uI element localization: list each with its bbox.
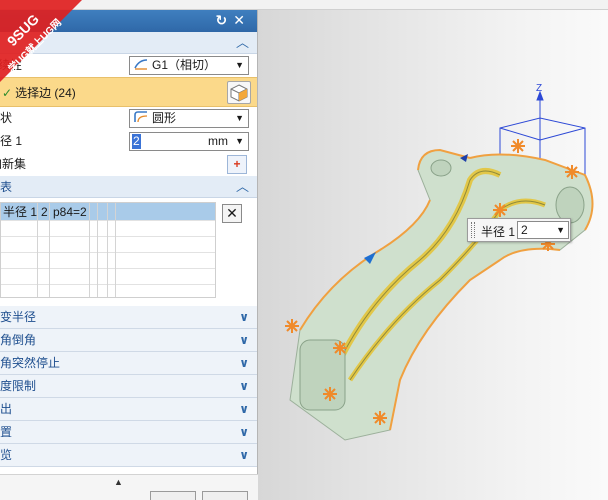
circular-shape-icon xyxy=(134,111,148,123)
table-row[interactable]: 半径 1 2 p84=2 xyxy=(1,203,215,221)
radius-list-table: 半径 1 2 p84=2 xyxy=(0,202,216,298)
table-row[interactable] xyxy=(1,253,215,269)
edge-blend-dialog: ↻✕ ︿ 连续性 G1（相切） ▼ ✓选择边 (24) 形状 xyxy=(0,10,258,500)
site-watermark-logo: 9SUG 学UG就上UG网 xyxy=(0,0,82,82)
tangent-icon xyxy=(134,58,148,70)
chevron-up-icon: ︿ xyxy=(235,179,249,194)
chevron-down-icon: ∨ xyxy=(239,333,249,347)
popup-radius-value: 2 xyxy=(521,223,528,237)
list-section-header[interactable]: 列表 ︿ xyxy=(0,176,257,198)
z-axis-label: Z xyxy=(536,83,542,94)
collapsed-section[interactable]: 拐角倒角 ∨ xyxy=(0,329,257,352)
chevron-down-icon: ▼ xyxy=(235,60,244,70)
list-row-value: 2 xyxy=(41,205,48,219)
dialog-window-controls[interactable]: ↻✕ xyxy=(216,12,251,29)
delete-button[interactable]: ✕ xyxy=(222,204,242,223)
collapsed-section-label: 预览 xyxy=(0,448,13,462)
collapsed-section-label: 拐角突然停止 xyxy=(0,356,61,370)
table-col-divider xyxy=(37,203,38,297)
chevron-down-icon: ∨ xyxy=(239,379,249,393)
ok-button[interactable] xyxy=(150,491,196,500)
table-col-divider xyxy=(115,203,116,297)
list-row-name: 半径 1 xyxy=(3,205,38,219)
add-new-set-button[interactable]: + xyxy=(227,155,247,174)
check-icon: ✓ xyxy=(2,86,13,100)
chevron-down-icon: ▼ xyxy=(235,136,244,146)
collapsed-sections: 可变半径 ∨ 拐角倒角 ∨ 拐角突然停止 ∨ 长度限制 ∨ 溢出 ∨ 设置 ∨ 预览 ∨ xyxy=(0,306,257,467)
continuity-dropdown[interactable]: G1（相切） ▼ xyxy=(129,56,249,75)
list-row-expr: p84=2 xyxy=(53,205,87,219)
table-col-divider xyxy=(89,203,90,297)
close-icon: ✕ xyxy=(226,205,238,221)
select-edge-cube-button[interactable] xyxy=(227,81,251,104)
drag-handle[interactable] xyxy=(471,222,475,238)
add-new-set-label: 添加新集 xyxy=(0,157,27,171)
chevron-up-icon: ︿ xyxy=(235,35,249,50)
radius-list: 半径 1 2 p84=2 ✕ xyxy=(0,198,257,306)
chevron-down-icon: ∨ xyxy=(239,402,249,416)
chevron-down-icon: ▼ xyxy=(235,113,244,123)
table-col-divider xyxy=(97,203,98,297)
collapsed-section-label: 设置 xyxy=(0,425,13,439)
add-new-set-row: 添加新集 + xyxy=(0,153,257,176)
collapsed-section[interactable]: 预览 ∨ xyxy=(0,444,257,467)
continuity-value: G1（相切） xyxy=(152,58,217,72)
chevron-down-icon: ▼ xyxy=(556,225,565,235)
collapsed-section-label: 拐角倒角 xyxy=(0,333,37,347)
top-toolbar xyxy=(0,0,608,10)
radius-onscreen-input: 半径 1 2 ▼ xyxy=(467,218,571,242)
popup-radius-dropdown[interactable]: 2 ▼ xyxy=(517,221,569,239)
collapsed-section[interactable]: 溢出 ∨ xyxy=(0,398,257,421)
popup-radius-label: 半径 1 xyxy=(481,225,516,239)
table-row[interactable] xyxy=(1,269,215,285)
dialog-footer: ▲ xyxy=(0,474,258,500)
table-row[interactable] xyxy=(1,221,215,237)
list-header: 列表 xyxy=(0,180,13,194)
radius-input[interactable]: 2 mm ▼ xyxy=(129,132,249,151)
graphics-viewport[interactable]: Z xyxy=(258,10,608,500)
chevron-down-icon: ∨ xyxy=(239,356,249,370)
table-col-divider xyxy=(49,203,50,297)
collapsed-section-label: 长度限制 xyxy=(0,379,37,393)
shape-label: 形状 xyxy=(0,111,13,125)
collapsed-section-label: 溢出 xyxy=(0,402,13,416)
cancel-button[interactable] xyxy=(202,491,248,500)
curved-arm-body xyxy=(289,148,594,441)
radius-unit: mm xyxy=(208,134,228,148)
shape-dropdown[interactable]: 圆形 ▼ xyxy=(129,109,249,128)
part-model: Z xyxy=(285,83,594,441)
add-plus-icon: + xyxy=(233,157,241,171)
chevron-down-icon: ∨ xyxy=(239,448,249,462)
collapsed-section[interactable]: 拐角突然停止 ∨ xyxy=(0,352,257,375)
select-edge-label: 选择边 (24) xyxy=(15,86,76,100)
chevron-up-icon[interactable]: ▲ xyxy=(114,477,123,487)
table-col-divider xyxy=(107,203,108,297)
table-row[interactable] xyxy=(1,237,215,253)
chevron-down-icon: ∨ xyxy=(239,310,249,324)
radius-row: 半径 1 2 mm ▼ xyxy=(0,130,257,153)
cube-icon xyxy=(230,84,248,102)
chevron-down-icon: ∨ xyxy=(239,425,249,439)
shape-value: 圆形 xyxy=(152,111,177,125)
collapsed-section[interactable]: 长度限制 ∨ xyxy=(0,375,257,398)
shape-row: 形状 圆形 ▼ xyxy=(0,107,257,130)
collapsed-section[interactable]: 设置 ∨ xyxy=(0,421,257,444)
collapsed-section[interactable]: 可变半径 ∨ xyxy=(0,306,257,329)
collapsed-section-label: 可变半径 xyxy=(0,310,37,324)
radius-label: 半径 1 xyxy=(0,134,23,148)
radius-value: 2 xyxy=(132,134,141,149)
